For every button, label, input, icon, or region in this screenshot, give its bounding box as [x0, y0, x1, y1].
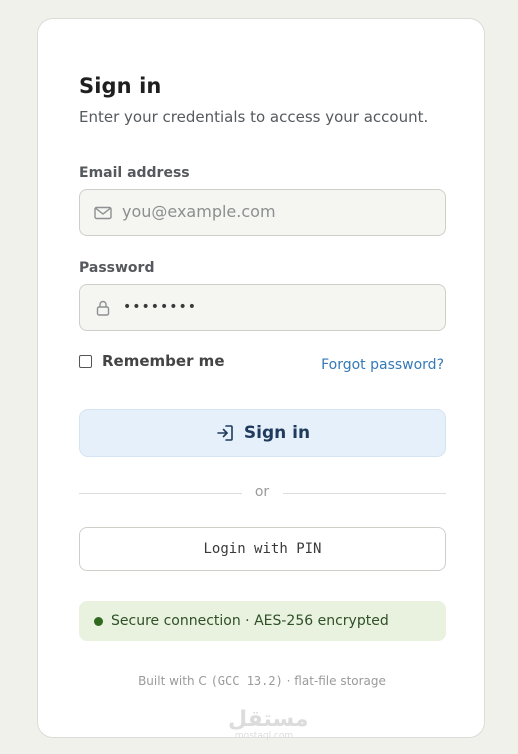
divider-text: or — [254, 484, 270, 500]
sign-in-label: Sign in — [243, 423, 311, 443]
watermark-arabic: مستقل — [228, 707, 309, 732]
watermark-latin: mostaql.com — [234, 731, 294, 741]
footer-prefix: Built with C — [138, 674, 207, 688]
footer-note: Built with C (GCC 13.2) · flat-file stor… — [38, 674, 486, 688]
password-label: Password — [79, 260, 155, 276]
sign-in-button[interactable]: Sign in — [79, 409, 446, 457]
login-with-pin-button[interactable]: Login with PIN — [79, 527, 446, 571]
page-subtitle: Enter your credentials to access your ac… — [79, 108, 429, 126]
remember-me[interactable]: Remember me — [79, 352, 225, 370]
mostaql-watermark: مستقل mostaql.com — [228, 707, 309, 742]
email-label: Email address — [79, 165, 190, 181]
footer-suffix: · flat-file storage — [286, 674, 386, 688]
remember-checkbox[interactable] — [79, 354, 92, 368]
remember-label: Remember me — [102, 352, 225, 370]
page-title: Sign in — [79, 74, 162, 98]
email-placeholder: you@example.com — [122, 202, 276, 221]
secure-connection-text: Secure connection · AES-256 encrypted — [111, 613, 389, 629]
status-dot-icon — [94, 616, 103, 626]
sign-in-icon — [217, 425, 233, 441]
password-field[interactable]: •••••••• — [79, 284, 446, 331]
email-field[interactable]: you@example.com — [79, 189, 446, 236]
secure-connection-badge: Secure connection · AES-256 encrypted — [79, 601, 446, 641]
password-value: •••••••• — [123, 299, 198, 315]
footer-version: (GCC 13.2) — [210, 674, 283, 688]
forgot-password-link[interactable]: Forgot password? — [321, 357, 444, 373]
lock-icon — [93, 298, 113, 318]
login-card: Sign in Enter your credentials to access… — [37, 18, 486, 742]
mail-icon — [93, 203, 113, 223]
